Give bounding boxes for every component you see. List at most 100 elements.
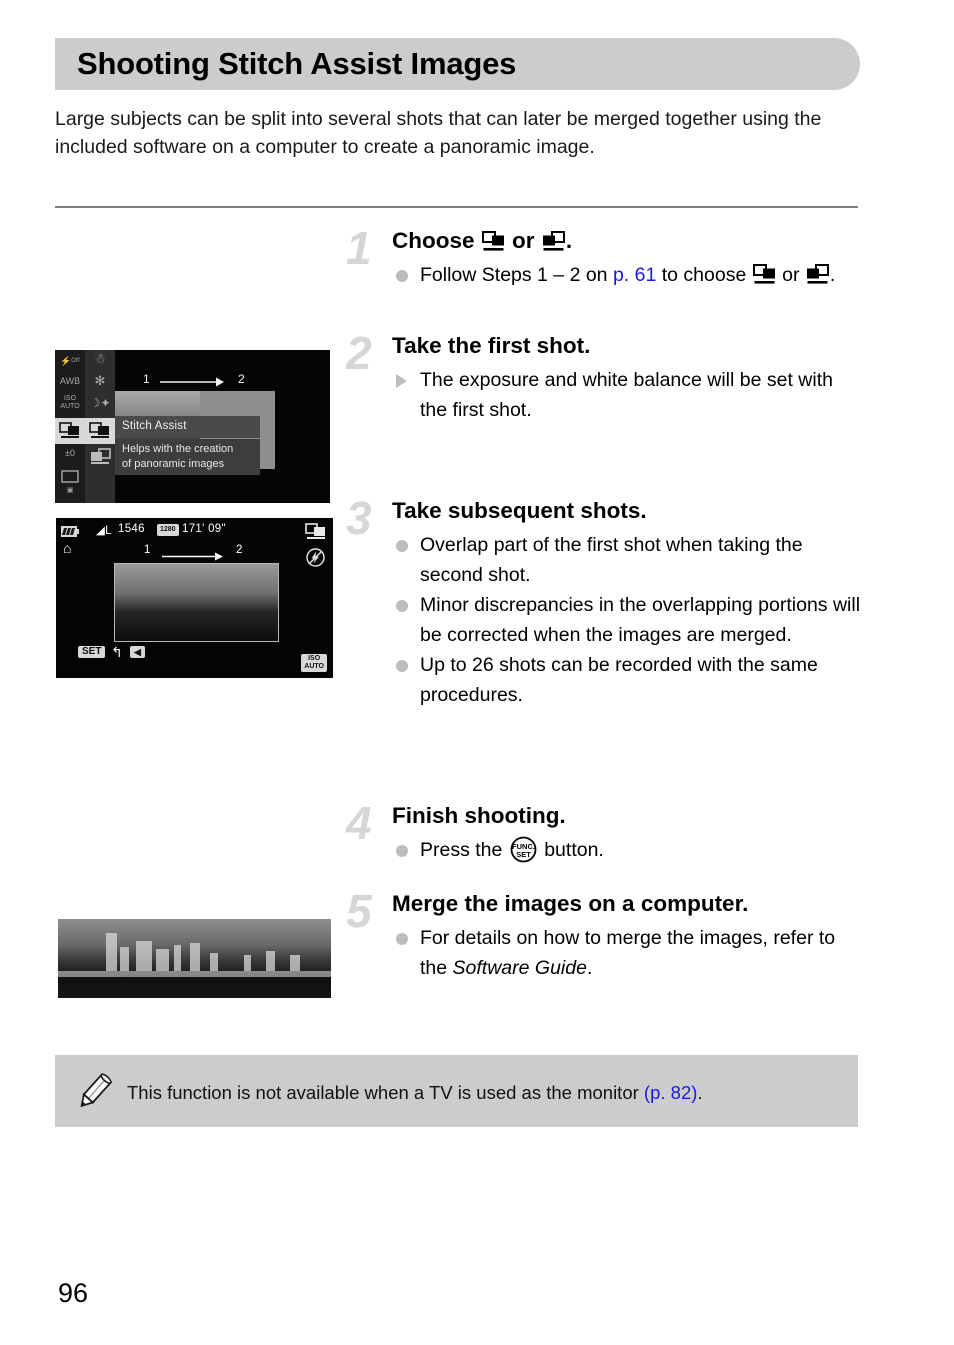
list-item: The exposure and white balance will be s…: [392, 365, 861, 425]
night-scene-icon: ☽✦: [89, 396, 111, 410]
func-set-button-icon: FUNC. SET: [510, 836, 537, 863]
iso-auto-icon: ISO AUTO: [60, 395, 80, 410]
step-1-title: Choose or .: [392, 226, 861, 256]
step-3-bullets: Overlap part of the first shot when taki…: [392, 530, 861, 710]
list-item: Press the FUNC. SET button.: [392, 835, 861, 865]
step-2-number: 2: [346, 327, 372, 379]
aspect-ratio-icon: [55, 468, 85, 485]
bullet-3-3-text: Up to 26 shots can be recorded with the …: [420, 654, 818, 706]
list-item: Follow Steps 1 – 2 on p. 61 to choose or: [392, 260, 861, 290]
step-1: 1 Choose or . Follow Steps 1 – 2 on p. 6…: [346, 222, 861, 331]
liveview-quality-indicator: ◢L: [96, 523, 112, 537]
panorama-skyline-silhouette: [58, 933, 331, 998]
page-link-82[interactable]: (p. 82): [644, 1082, 697, 1103]
bullet-1-text-or: or: [776, 264, 805, 286]
stitch-assist-right-icon: [481, 231, 505, 252]
bullet-dot-icon: [396, 660, 408, 672]
note-text-a: This function is not available when a TV…: [127, 1082, 644, 1103]
panoramic-cityscape-photo: [58, 919, 331, 998]
pencil-icon: [73, 1069, 117, 1113]
liveview-thumbnail: [115, 564, 278, 641]
list-item: For details on how to merge the images, …: [392, 923, 861, 983]
bullet-dot-icon: [396, 270, 408, 282]
page-link-61[interactable]: p. 61: [613, 264, 656, 286]
step-3-title: Take subsequent shots.: [392, 498, 647, 523]
bullet-1-text-end: .: [829, 264, 836, 286]
snow-scene-icon: ☃: [94, 351, 106, 366]
bullet-dot-icon: [396, 933, 408, 945]
list-item: Up to 26 shots can be recorded with the …: [392, 650, 861, 710]
note-callout: This function is not available when a TV…: [55, 1055, 858, 1127]
step-4: 4 Finish shooting. Press the FUNC. SET b…: [346, 800, 861, 889]
set-button-label: SET: [78, 646, 106, 658]
menu-sequence-left-number: 1: [143, 372, 150, 386]
menu-panel-desc-line1: Helps with the creation: [122, 443, 234, 455]
step-1-title-or: or: [512, 228, 535, 253]
step-4-title: Finish shooting.: [392, 803, 566, 828]
section-divider: [55, 206, 858, 208]
flash-off-icon: ⚡ᴼᶠᶠ: [60, 356, 80, 366]
note-text: This function is not available when a TV…: [127, 1081, 703, 1105]
shutter-icon: ⌂: [63, 540, 72, 556]
step-5-title: Merge the images on a computer.: [392, 891, 749, 916]
camera-menu-screenshot: ⚡ᴼᶠᶠ AWB ISO AUTO ±0 ▣ ☃ ✻ ☽✦ 1 2 Stitch…: [55, 350, 330, 503]
movie-quality-icon: 1280: [157, 524, 179, 536]
step-3-number: 3: [346, 492, 372, 544]
bullet-3-2-text: Minor discrepancies in the overlapping p…: [420, 594, 861, 646]
quality-label: L: [105, 525, 112, 537]
liveview-image-frame: [114, 563, 279, 642]
left-arrow-icon: ◀: [130, 646, 145, 658]
menu-panel-desc-line2: of panoramic images: [122, 458, 225, 470]
bullet-2-text: The exposure and white balance will be s…: [420, 369, 833, 421]
step-1-title-choose: Choose: [392, 228, 475, 253]
fireworks-icon: ✻: [94, 373, 106, 388]
iso-label-top: ISO: [308, 655, 321, 662]
page-number: 96: [58, 1278, 89, 1308]
step-3: 3 Take subsequent shots. Overlap part of…: [346, 492, 861, 801]
liveview-sequence-right-number: 2: [236, 544, 243, 556]
intro-paragraph: Large subjects can be split into several…: [55, 108, 822, 158]
step-1-title-period: .: [565, 228, 573, 253]
step-2-bullets: The exposure and white balance will be s…: [392, 365, 861, 425]
iso-auto-icon: ISO AUTO: [301, 654, 327, 672]
exposure-compensation-icon: ±0: [65, 448, 75, 458]
stitch-assist-right-icon: [752, 264, 776, 285]
return-arrow-icon: ↰: [111, 644, 124, 660]
list-item: Minor discrepancies in the overlapping p…: [392, 590, 861, 650]
page-title: Shooting Stitch Assist Images: [77, 46, 517, 81]
bullet-dot-icon: [396, 600, 408, 612]
menu-sequence-right-number: 2: [238, 372, 245, 386]
liveview-sequence-left-number: 1: [144, 544, 151, 556]
flash-off-icon: [306, 548, 325, 572]
list-item: Overlap part of the first shot when taki…: [392, 530, 861, 590]
stitch-assist-left-icon: [542, 231, 565, 252]
bullet-4-text-a: Press the: [420, 839, 508, 861]
bullet-1-text-b: to choose: [656, 264, 752, 286]
stitch-assist-left-icon: [85, 446, 115, 468]
note-text-b: .: [697, 1082, 703, 1103]
software-guide-reference: Software Guide: [452, 957, 587, 979]
image-quality-icon: ▣: [66, 487, 74, 494]
step-1-bullets: Follow Steps 1 – 2 on p. 61 to choose or: [392, 260, 861, 290]
stitch-assist-left-icon: [806, 264, 829, 285]
step-2: 2 Take the first shot. The exposure and …: [346, 327, 861, 496]
shots-remaining: 1546: [118, 523, 145, 535]
step-2-title: Take the first shot.: [392, 333, 591, 358]
step-5: 5 Merge the images on a computer. For de…: [346, 885, 861, 989]
stitch-assist-icon: [55, 420, 85, 442]
bullet-5-text-end: .: [586, 957, 593, 979]
steps-list: 1 Choose or . Follow Steps 1 – 2 on p. 6…: [346, 222, 861, 989]
menu-sequence-arrow: [160, 376, 225, 391]
step-1-number: 1: [346, 222, 372, 274]
step-4-bullets: Press the FUNC. SET button.: [392, 835, 861, 865]
stitch-assist-right-icon: [85, 420, 115, 442]
menu-panel-title: Stitch Assist: [122, 420, 187, 432]
bullet-1-text-a: Follow Steps 1 – 2 on: [420, 264, 613, 286]
step-5-bullets: For details on how to merge the images, …: [392, 923, 861, 983]
time-remaining: 171' 09": [182, 523, 226, 535]
awb-icon: AWB: [59, 376, 81, 386]
camera-liveview-screenshot: ⌂ ◢L 1546 1280 171' 09" 1 2 SET ↰ ◀ ISO …: [56, 518, 333, 678]
bullet-3-1-text: Overlap part of the first shot when taki…: [420, 534, 803, 586]
step-5-number: 5: [346, 885, 372, 937]
bullet-4-text-b: button.: [538, 839, 604, 861]
